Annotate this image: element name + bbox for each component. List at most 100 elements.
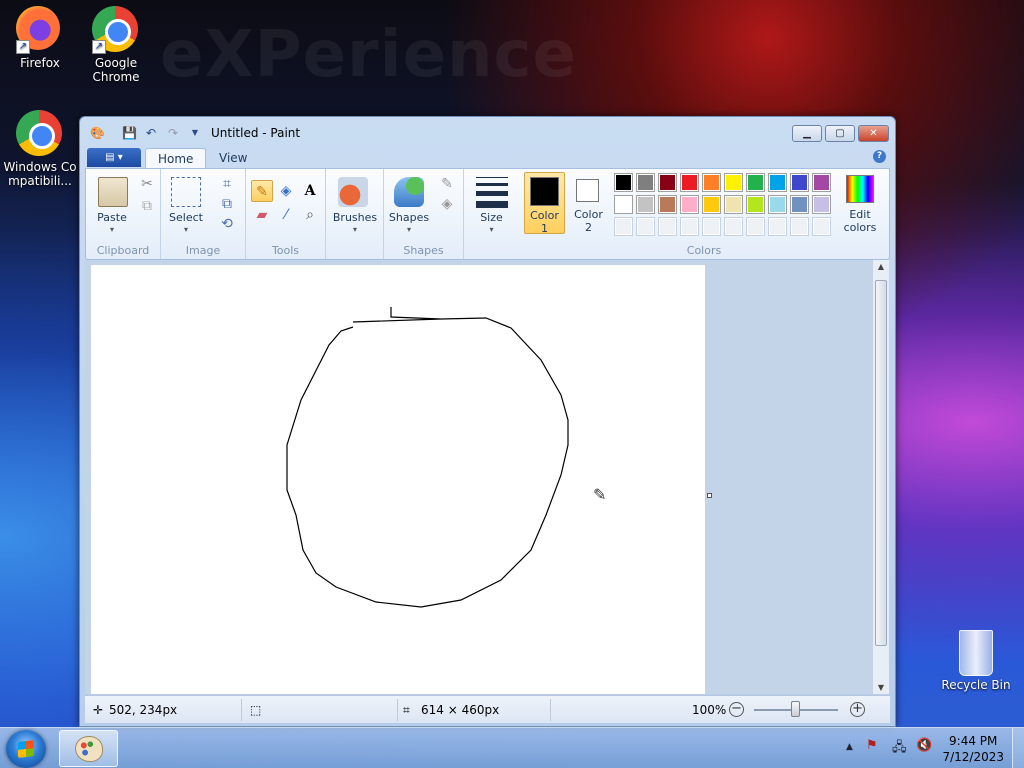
color1-label: Color — [530, 209, 559, 222]
color-swatch[interactable] — [724, 173, 743, 192]
resize-handle[interactable] — [707, 493, 712, 498]
crop-icon[interactable]: ⌗ — [216, 173, 238, 195]
color-swatch[interactable] — [680, 195, 699, 214]
fill-icon[interactable]: ◈ — [275, 180, 297, 202]
scroll-thumb[interactable] — [875, 280, 887, 646]
color-swatch[interactable] — [812, 173, 831, 192]
zoom-in-button[interactable]: + — [850, 702, 865, 717]
canvas-size-icon: ⌗ — [403, 703, 410, 717]
custom-color-slot[interactable] — [680, 217, 699, 236]
desktop-icon-chrome[interactable]: ↗ Google Chrome — [77, 6, 155, 84]
color-swatch[interactable] — [746, 173, 765, 192]
close-button[interactable]: ✕ — [858, 125, 889, 142]
custom-color-slot[interactable] — [812, 217, 831, 236]
color1-button[interactable]: Color 1 — [524, 172, 565, 235]
help-icon[interactable]: ? — [873, 150, 886, 163]
color-swatch[interactable] — [790, 195, 809, 214]
color-swatch[interactable] — [636, 195, 655, 214]
pencil-icon[interactable]: ✎ — [251, 180, 273, 202]
color-swatch[interactable] — [680, 173, 699, 192]
zoom-slider-thumb[interactable] — [791, 701, 800, 717]
tab-view[interactable]: View — [207, 148, 259, 169]
network-icon[interactable]: 🖧 — [892, 738, 907, 760]
eraser-icon[interactable]: ▰ — [251, 204, 273, 226]
redo-icon[interactable]: ↷ — [166, 126, 180, 140]
maximize-button[interactable]: ▢ — [825, 125, 855, 142]
cursor-position-icon: ✛ — [93, 703, 104, 717]
minimize-button[interactable]: ▁ — [792, 125, 822, 142]
color1-swatch — [530, 177, 559, 206]
divider — [397, 699, 398, 721]
text-icon[interactable]: A — [299, 180, 321, 202]
show-hidden-icons-icon[interactable]: ▲ — [846, 742, 853, 752]
tools-group-label: Tools — [271, 244, 300, 257]
scroll-up-icon[interactable]: ▲ — [873, 262, 889, 271]
color-swatch[interactable] — [702, 195, 721, 214]
brushes-group[interactable]: Brushes ▾ — [326, 169, 384, 259]
desktop-icon-firefox[interactable]: ↗ Firefox — [0, 6, 80, 70]
color-swatch[interactable] — [636, 173, 655, 192]
color2-label: Color — [574, 208, 603, 221]
desktop-icon-recycle-bin[interactable]: Recycle Bin — [936, 630, 1016, 692]
vertical-scrollbar[interactable]: ▲ ▼ — [872, 260, 889, 694]
custom-color-slot[interactable] — [790, 217, 809, 236]
custom-color-slot[interactable] — [724, 217, 743, 236]
color-swatch[interactable] — [702, 173, 721, 192]
color-swatch[interactable] — [790, 173, 809, 192]
zoom-out-button[interactable]: − — [729, 702, 744, 717]
clipboard-icon — [98, 177, 128, 207]
drawing-canvas[interactable]: ✎ — [91, 265, 705, 694]
color-swatch[interactable] — [724, 195, 743, 214]
clipboard-group: Paste ▾ ✂ ⧉ Clipboard — [86, 169, 161, 259]
custom-color-slot[interactable] — [768, 217, 787, 236]
edit-colors-button[interactable]: Edit colors — [837, 172, 883, 234]
paint-app-icon[interactable]: 🎨 — [90, 126, 105, 140]
color-swatch[interactable] — [768, 173, 787, 192]
shapes-group-label: Shapes — [403, 244, 444, 257]
custom-color-slot[interactable] — [636, 217, 655, 236]
outline-icon[interactable]: ✎ — [436, 173, 458, 195]
custom-color-slot[interactable] — [746, 217, 765, 236]
magnifier-icon[interactable]: ⌕ — [299, 204, 321, 226]
show-desktop-button[interactable] — [1012, 728, 1024, 768]
selection-size-icon: ⬚ — [250, 703, 262, 717]
color-palette — [614, 173, 836, 239]
color-swatch[interactable] — [658, 173, 677, 192]
color-swatch[interactable] — [746, 195, 765, 214]
fill-shape-icon[interactable]: ◈ — [436, 193, 458, 215]
custom-color-slot[interactable] — [658, 217, 677, 236]
rotate-icon[interactable]: ⟲ — [216, 213, 238, 235]
customize-dropdown-icon[interactable]: ▼ — [188, 126, 202, 140]
color-swatch[interactable] — [812, 195, 831, 214]
cut-icon[interactable]: ✂ — [136, 173, 158, 195]
desktop-icon-label: Windows Compatibili... — [3, 160, 77, 188]
color-swatch[interactable] — [768, 195, 787, 214]
color2-button[interactable]: Color 2 — [568, 172, 609, 234]
action-center-flag-icon[interactable]: ⚑ — [866, 738, 878, 753]
scroll-down-icon[interactable]: ▼ — [873, 683, 889, 692]
color-swatch[interactable] — [614, 195, 633, 214]
select-label: Select — [169, 211, 203, 224]
freehand-drawing — [286, 307, 569, 608]
resize-icon[interactable]: ⧉ — [216, 193, 238, 215]
save-icon[interactable]: 💾 — [122, 126, 137, 140]
color-picker-icon[interactable]: ⁄ — [275, 204, 297, 226]
recycle-bin-icon — [959, 630, 993, 676]
taskbar-paint-button[interactable] — [59, 730, 118, 767]
size-button[interactable]: Size ▾ — [464, 169, 519, 259]
volume-muted-icon[interactable]: 🔇 — [916, 738, 932, 753]
custom-color-slot[interactable] — [614, 217, 633, 236]
system-clock[interactable]: 9:44 PM 7/12/2023 — [942, 733, 1004, 765]
tab-home[interactable]: Home — [145, 148, 207, 169]
desktop-icon-windows-compat[interactable]: Windows Compatibili... — [0, 110, 80, 188]
shapes-icon — [394, 177, 424, 207]
color-swatch[interactable] — [658, 195, 677, 214]
undo-icon[interactable]: ↶ — [144, 126, 158, 140]
copy-icon[interactable]: ⧉ — [136, 195, 158, 217]
custom-color-slot[interactable] — [702, 217, 721, 236]
paint-menu-button[interactable]: ▤ ▾ — [87, 148, 141, 167]
color-swatch[interactable] — [614, 173, 633, 192]
clock-date: 7/12/2023 — [942, 750, 1004, 764]
start-button[interactable] — [6, 730, 46, 768]
canvas-workspace: ✎ — [85, 260, 874, 694]
